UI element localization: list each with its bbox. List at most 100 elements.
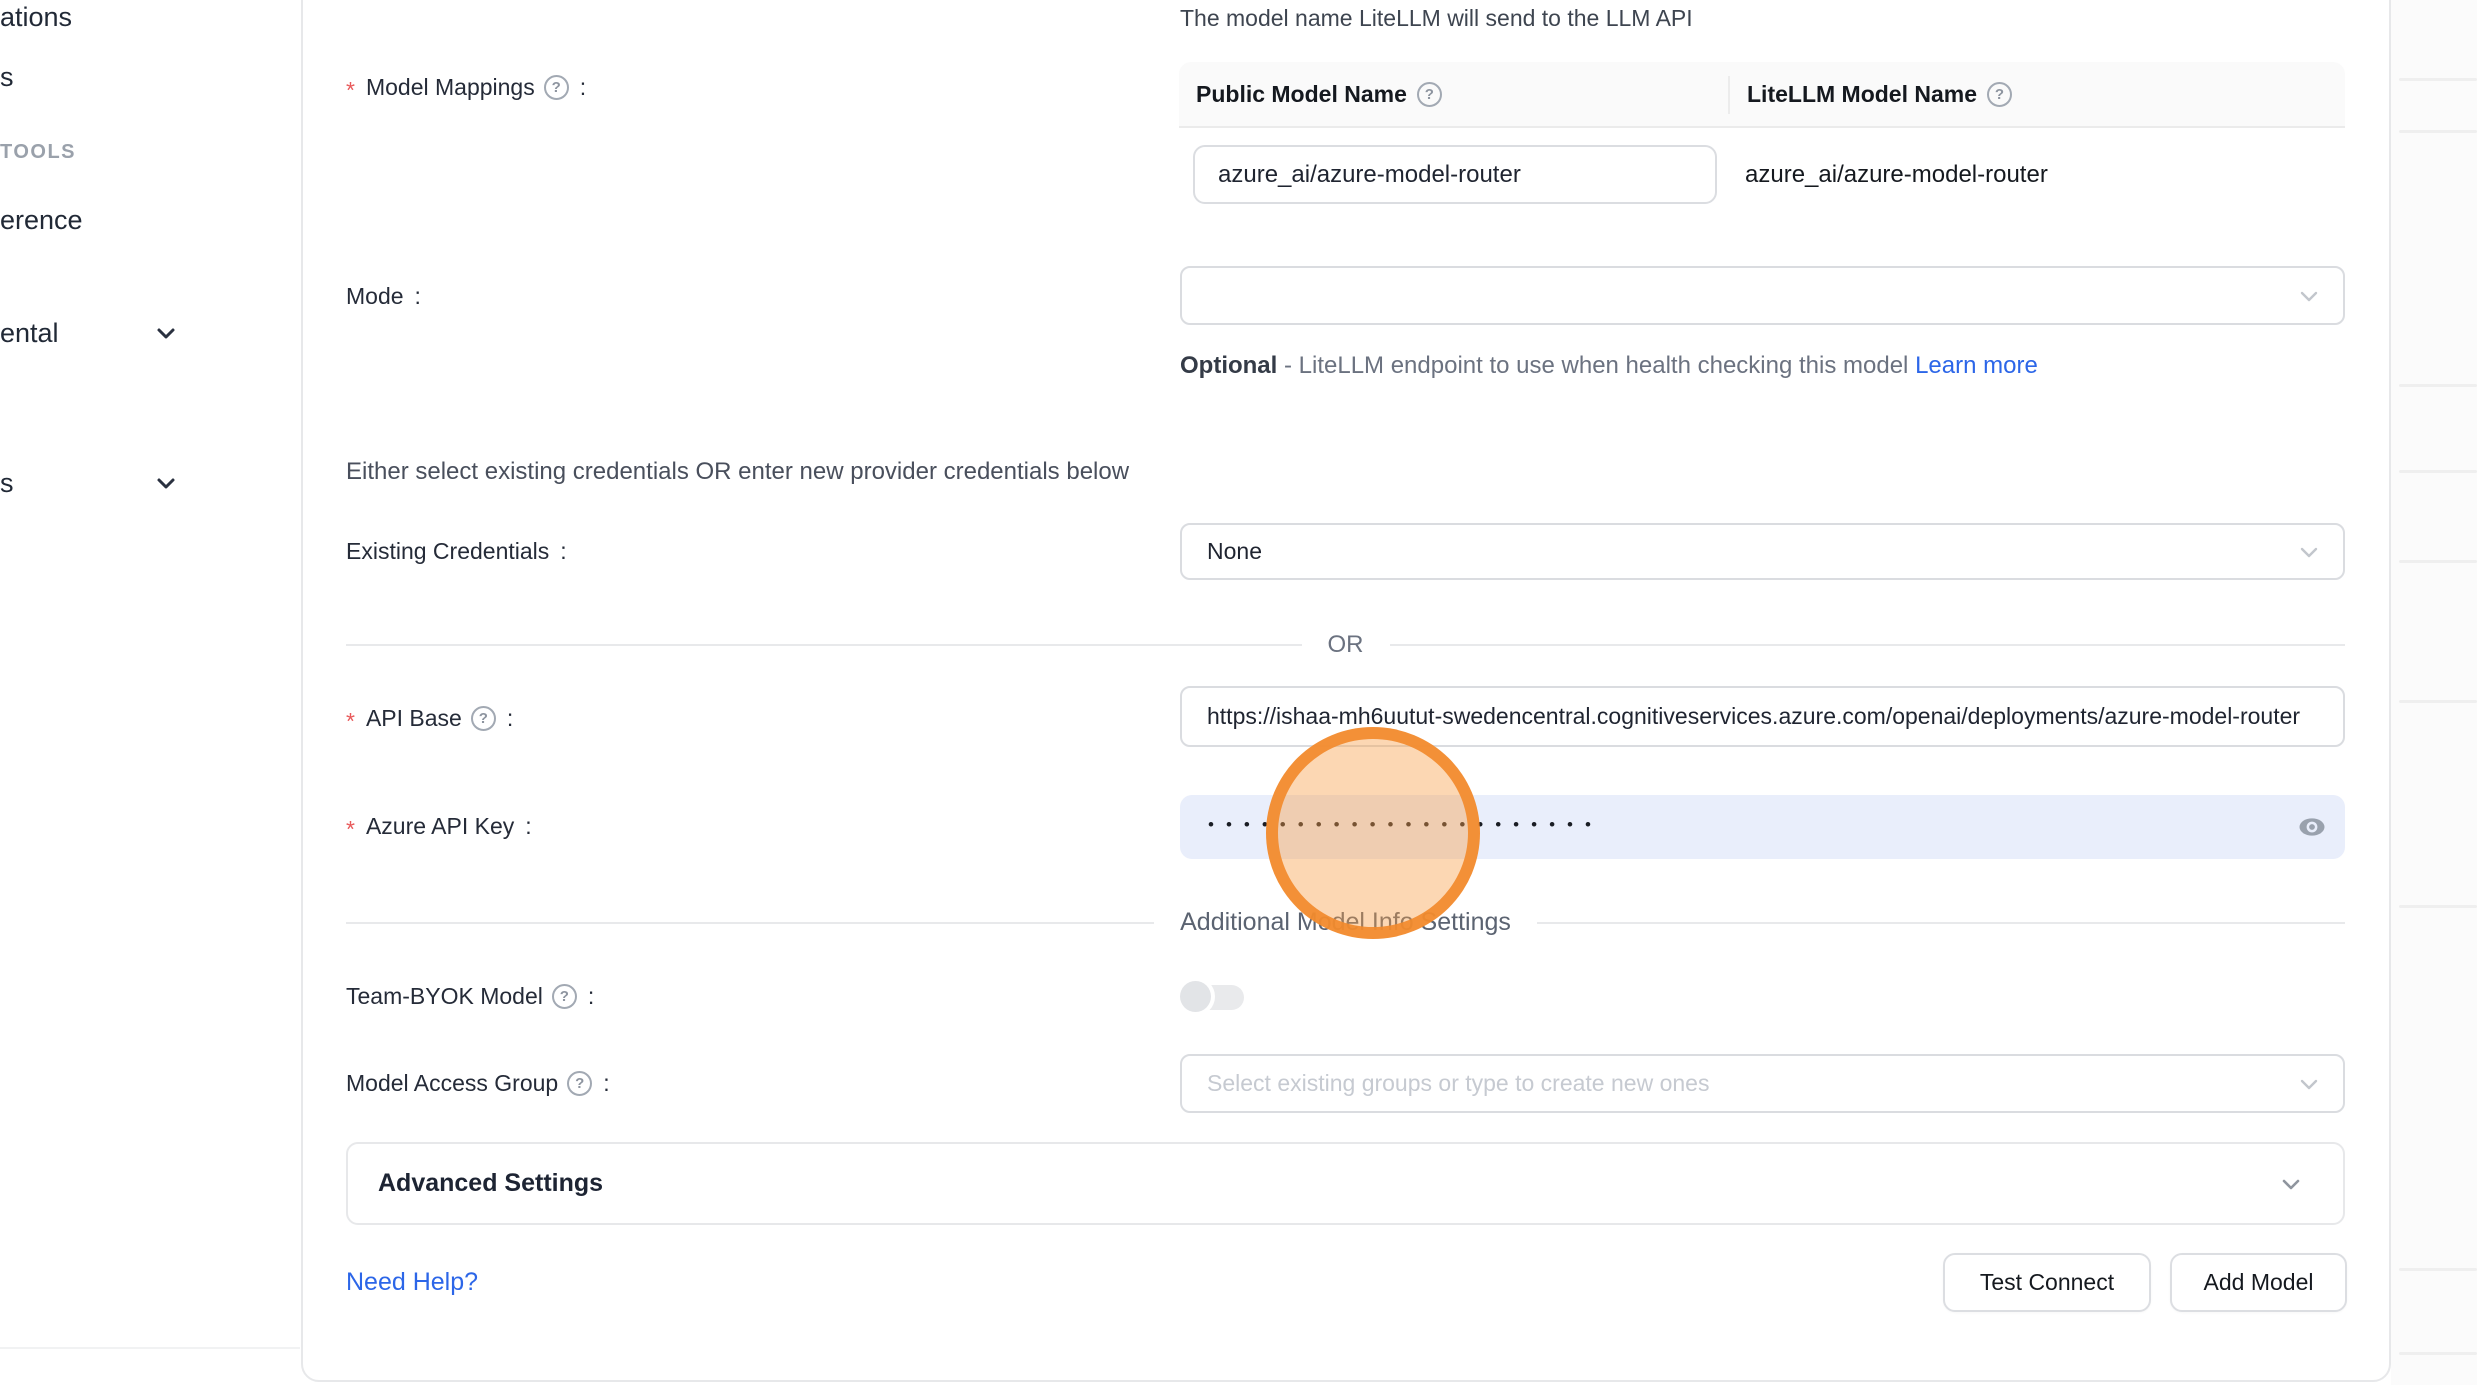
help-icon[interactable]: ? [471, 706, 496, 731]
azure-api-key-label: * Azure API Key : [346, 813, 532, 840]
divider-line [346, 922, 1154, 924]
chevron-down-icon [2297, 1072, 2321, 1096]
help-icon[interactable]: ? [1417, 82, 1442, 107]
chevron-down-icon[interactable] [153, 320, 179, 346]
background-row-line [0, 1347, 300, 1349]
advanced-settings-title: Advanced Settings [378, 1169, 603, 1198]
chevron-down-icon [2297, 540, 2321, 564]
toggle-knob [1180, 981, 1211, 1012]
eye-icon[interactable] [2295, 811, 2329, 843]
optional-emphasis: Optional [1180, 352, 1277, 379]
required-asterisk: * [346, 77, 355, 104]
need-help-link[interactable]: Need Help? [346, 1268, 478, 1297]
background-page-strip [2391, 0, 2477, 1385]
label-colon: : [415, 283, 421, 310]
sidebar-item-settings[interactable]: s [0, 468, 14, 499]
background-row-line [2399, 470, 2477, 473]
chevron-down-icon[interactable] [153, 470, 179, 496]
sidebar-item-integrations[interactable]: ations [0, 2, 72, 33]
sidebar-section-label: TOOLS [0, 141, 76, 163]
help-icon[interactable]: ? [544, 75, 569, 100]
label-colon: : [525, 813, 531, 840]
advanced-settings-panel[interactable]: Advanced Settings [346, 1142, 2345, 1225]
divider-line [1537, 922, 2345, 924]
api-base-input[interactable]: https://ishaa-mh6uutut-swedencentral.cog… [1180, 686, 2345, 747]
or-divider-text: OR [1302, 631, 1390, 659]
help-icon[interactable]: ? [552, 984, 577, 1009]
column-separator [1728, 76, 1730, 114]
sidebar-item-experimental[interactable]: ental [0, 318, 59, 349]
public-model-name-header: Public Model Name ? [1179, 81, 1728, 108]
sidebar-item-label: ental [0, 318, 59, 348]
learn-more-link[interactable]: Learn more [1915, 352, 2038, 379]
background-row-line [2399, 560, 2477, 563]
background-row-line [2399, 1352, 2477, 1355]
label-colon: : [507, 705, 513, 732]
existing-credentials-label: Existing Credentials : [346, 538, 567, 565]
sidebar-section-tools: TOOLS [0, 141, 76, 164]
label-colon: : [588, 983, 594, 1010]
model-name-helper-text: The model name LiteLLM will send to the … [1180, 5, 1693, 32]
existing-credentials-value: None [1182, 538, 1262, 565]
team-byok-toggle[interactable] [1180, 981, 1248, 1013]
test-connect-button[interactable]: Test Connect [1943, 1253, 2151, 1312]
model-mappings-table: Public Model Name ? LiteLLM Model Name ?… [1179, 62, 2345, 128]
mode-helper-text: Optional - LiteLLM endpoint to use when … [1180, 346, 2110, 386]
sidebar-item-label: s [0, 468, 14, 498]
existing-credentials-select[interactable]: None [1180, 523, 2345, 580]
model-access-group-label: Model Access Group ? : [346, 1070, 610, 1097]
model-mappings-table-header: Public Model Name ? LiteLLM Model Name ? [1179, 62, 2345, 128]
label-colon: : [603, 1070, 609, 1097]
sidebar-item-label: ations [0, 2, 72, 32]
sidebar-item-models[interactable]: s [0, 62, 14, 93]
background-row-line [2399, 384, 2477, 387]
label-text: Model Mappings [366, 74, 535, 101]
credentials-note: Either select existing credentials OR en… [346, 458, 1129, 486]
litellm-model-name-value: azure_ai/azure-model-router [1745, 145, 2048, 204]
team-byok-label: Team-BYOK Model ? : [346, 983, 594, 1010]
label-text: Model Access Group [346, 1070, 558, 1097]
sidebar-item-label: erence [0, 205, 83, 235]
mode-helper-body: - LiteLLM endpoint to use when health ch… [1277, 352, 1915, 379]
additional-settings-divider: Additional Model Info Settings [346, 908, 2345, 937]
label-text: API Base [366, 705, 462, 732]
add-model-button[interactable]: Add Model [2170, 1253, 2347, 1312]
mode-select[interactable] [1180, 266, 2345, 325]
label-text: Azure API Key [366, 813, 514, 840]
model-access-group-select[interactable]: Select existing groups or type to create… [1180, 1054, 2345, 1113]
azure-api-key-input[interactable]: •••••••••••••••••••••••••• [1180, 795, 2345, 859]
help-icon[interactable]: ? [567, 1071, 592, 1096]
mode-label: Mode : [346, 283, 421, 310]
model-mappings-label: * Model Mappings ? : [346, 74, 586, 101]
label-text: Existing Credentials [346, 538, 549, 565]
litellm-model-name-header: LiteLLM Model Name ? [1728, 81, 2012, 108]
or-divider: OR [346, 631, 2345, 659]
label-text: Mode [346, 283, 404, 310]
sidebar-item-label: s [0, 62, 14, 92]
required-asterisk: * [346, 708, 355, 735]
column-header-text: LiteLLM Model Name [1747, 81, 1977, 108]
background-row-line [2399, 905, 2477, 908]
help-icon[interactable]: ? [1987, 82, 2012, 107]
add-model-page: ations s TOOLS erence ental s The model … [0, 0, 2477, 1385]
background-row-line [2399, 1268, 2477, 1271]
public-model-name-value: azure_ai/azure-model-router [1195, 161, 1715, 189]
divider-line [1390, 644, 2346, 646]
label-colon: : [560, 538, 566, 565]
chevron-down-icon [2297, 284, 2321, 308]
divider-line [346, 644, 1302, 646]
api-base-value: https://ishaa-mh6uutut-swedencentral.cog… [1182, 703, 2343, 730]
public-model-name-input[interactable]: azure_ai/azure-model-router [1193, 145, 1717, 204]
model-access-group-placeholder: Select existing groups or type to create… [1182, 1070, 1709, 1097]
background-row-line [2399, 130, 2477, 133]
label-colon: : [580, 74, 586, 101]
required-asterisk: * [346, 816, 355, 843]
api-base-label: * API Base ? : [346, 705, 513, 732]
background-row-line [2399, 78, 2477, 81]
masked-key-value: •••••••••••••••••••••••••• [1180, 815, 1600, 835]
background-row-line [2399, 700, 2477, 703]
column-header-text: Public Model Name [1196, 81, 1407, 108]
additional-settings-divider-text: Additional Model Info Settings [1154, 908, 1537, 937]
chevron-down-icon [2277, 1170, 2305, 1198]
sidebar-item-inference[interactable]: erence [0, 205, 83, 236]
